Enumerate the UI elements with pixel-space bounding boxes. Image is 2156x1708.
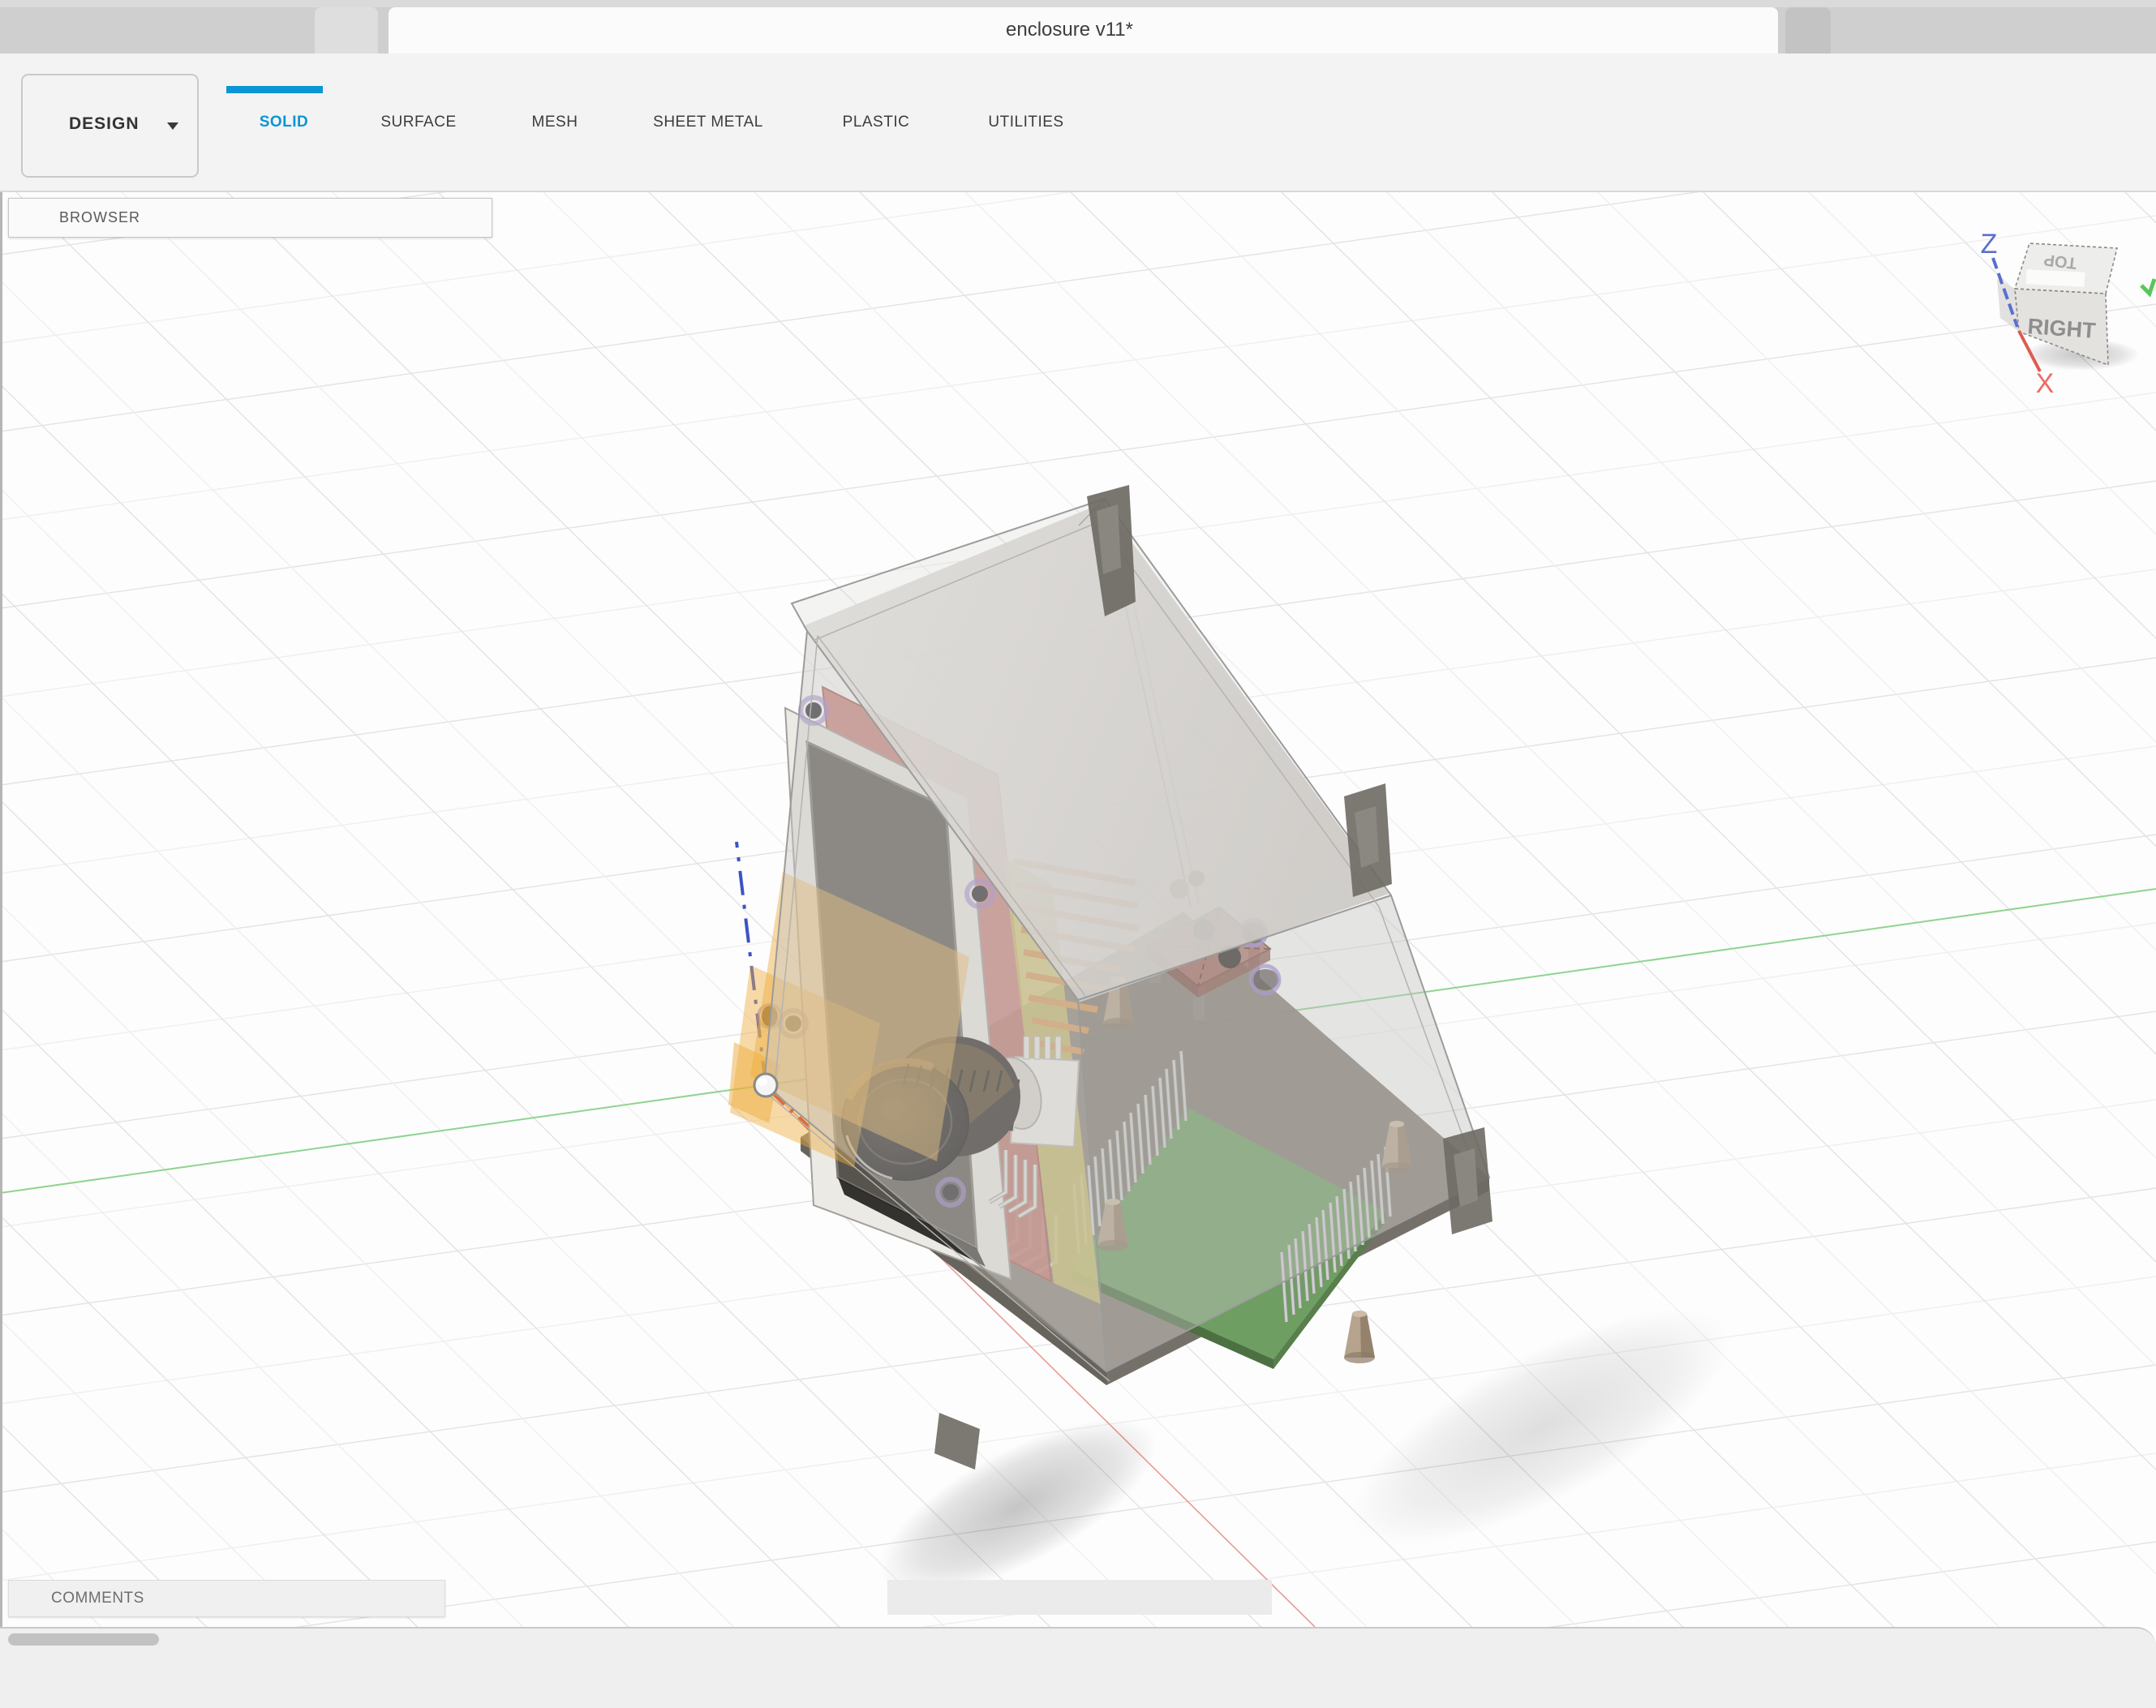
svg-text:RIGHT: RIGHT: [2027, 314, 2097, 343]
svg-text:Z: Z: [1981, 229, 1998, 260]
svg-text:X: X: [2036, 368, 2055, 399]
